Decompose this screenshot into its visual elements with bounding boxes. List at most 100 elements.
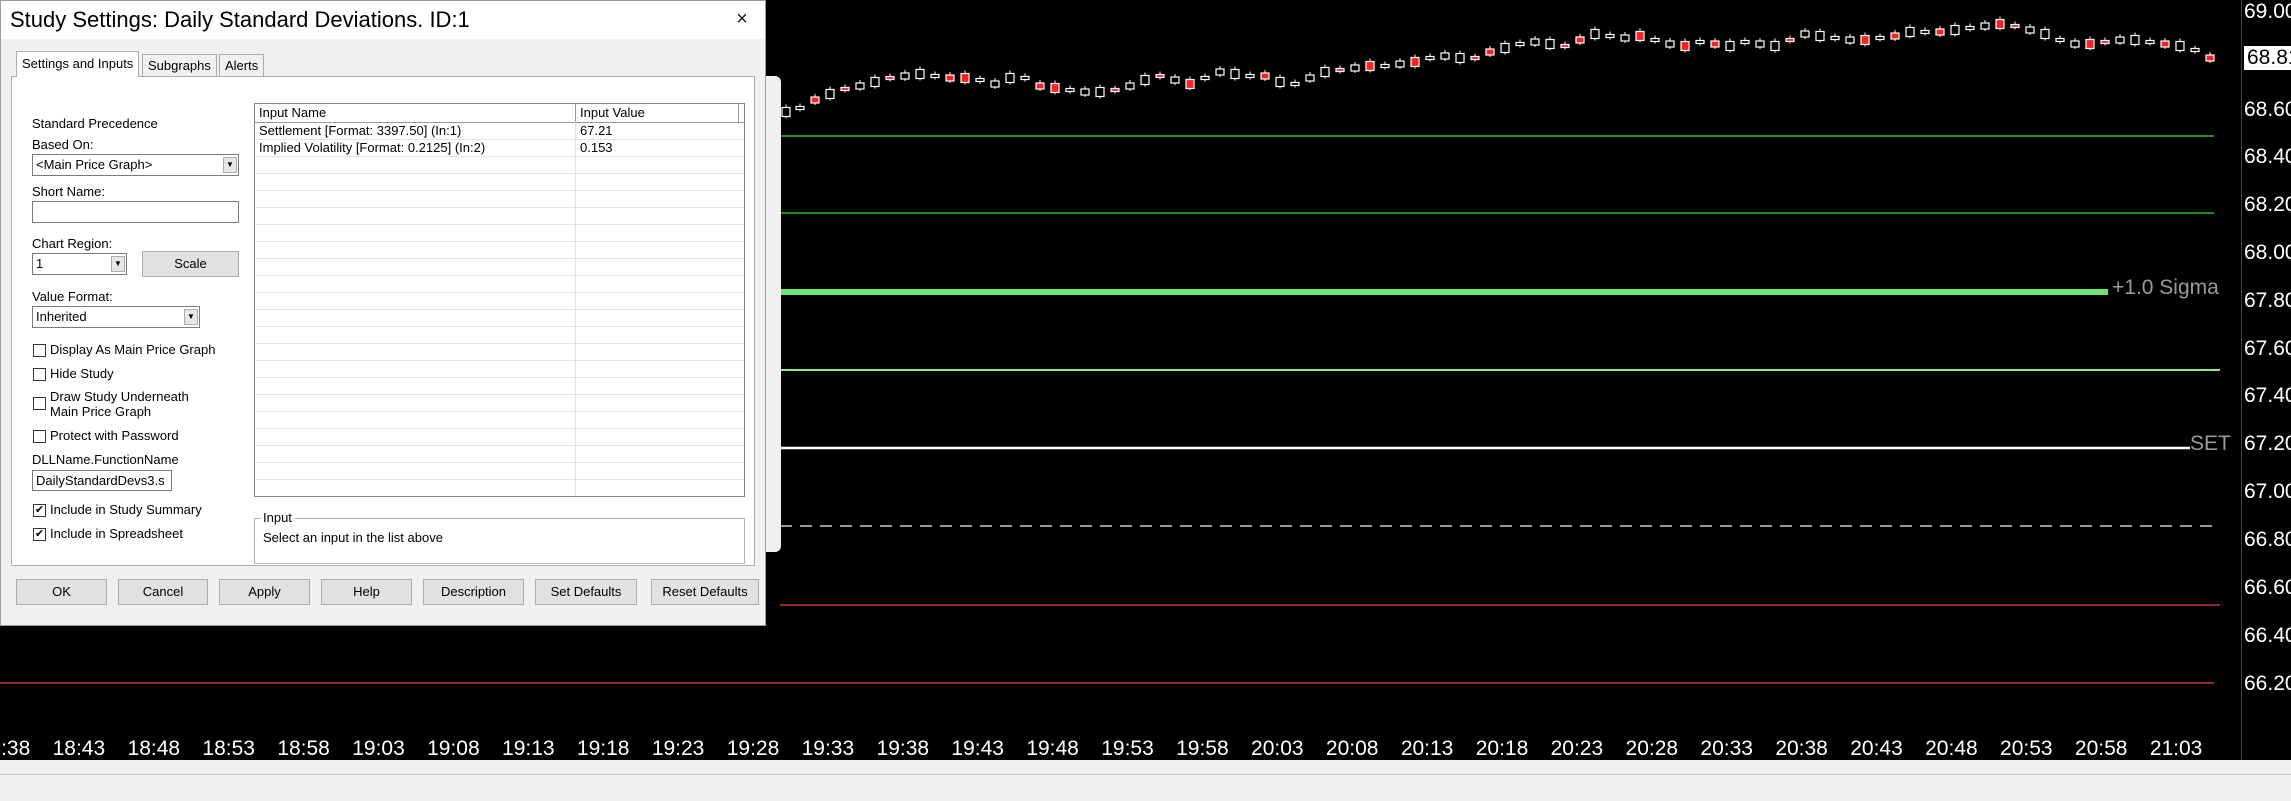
price-tick-label: 66.60 xyxy=(2244,576,2291,599)
draw-study-underneath-label-2: Main Price Graph xyxy=(50,404,152,419)
price-bar xyxy=(1110,87,1120,93)
dll-name-field[interactable]: DailyStandardDevs3.s xyxy=(32,470,172,491)
price-bar xyxy=(1695,39,1705,45)
tab-settings-and-inputs[interactable]: Settings and Inputs xyxy=(16,51,140,77)
based-on-label: Based On: xyxy=(32,137,94,152)
price-bar xyxy=(1845,36,1855,44)
price-tick-label: 66.20 xyxy=(2244,672,2291,695)
column-header-input-value[interactable]: Input Value xyxy=(576,104,739,122)
include-in-study-summary-checkbox[interactable]: ✔ xyxy=(33,504,46,517)
protect-with-password-checkbox[interactable] xyxy=(33,430,46,443)
value-format-select[interactable]: Inherited ▼ xyxy=(32,306,200,328)
study-settings-dialog: Study Settings: Daily Standard Deviation… xyxy=(0,0,766,626)
price-bar xyxy=(1230,68,1240,80)
inputs-grid[interactable]: Input Name Input Value Settlement [Forma… xyxy=(254,103,745,497)
close-button[interactable]: × xyxy=(729,6,755,32)
empty-grid-row xyxy=(255,225,744,242)
empty-grid-row xyxy=(255,242,744,259)
time-tick-label: 19:48 xyxy=(1026,737,1079,760)
empty-grid-row xyxy=(255,157,744,174)
price-bar xyxy=(1515,41,1525,47)
empty-grid-row xyxy=(255,310,744,327)
dll-name-label: DLLName.FunctionName xyxy=(32,452,179,467)
price-bar xyxy=(915,68,925,80)
price-bar xyxy=(1335,67,1345,73)
input-value-cell: 0.153 xyxy=(580,140,613,155)
price-bar xyxy=(1050,82,1060,94)
chevron-down-icon[interactable]: ▼ xyxy=(111,256,125,272)
time-tick-label: 19:18 xyxy=(576,737,630,760)
price-bar xyxy=(2040,28,2050,40)
empty-grid-row xyxy=(255,208,744,225)
price-bar xyxy=(2205,54,2215,62)
description-button[interactable]: Description xyxy=(423,579,524,605)
time-tick-label: 20:08 xyxy=(1325,737,1379,760)
time-tick-label: 20:58 xyxy=(2074,737,2128,760)
hide-study-checkbox[interactable] xyxy=(33,368,46,381)
price-bar xyxy=(945,74,955,82)
reset-defaults-button[interactable]: Reset Defaults xyxy=(651,579,759,605)
price-bar xyxy=(1290,81,1300,87)
chevron-down-icon[interactable]: ▼ xyxy=(223,157,237,173)
price-bar xyxy=(1590,28,1600,40)
price-bar xyxy=(1410,56,1420,68)
price-bar xyxy=(1905,26,1915,38)
time-tick-label: 19:38 xyxy=(876,737,930,760)
price-bar xyxy=(1365,60,1375,72)
price-bar xyxy=(1185,78,1195,90)
display-as-main-price-graph-label: Display As Main Price Graph xyxy=(50,342,216,357)
time-tick-label: 18:53 xyxy=(202,737,255,760)
price-bar xyxy=(1755,40,1765,48)
price-bar xyxy=(1965,25,1975,31)
price-bar xyxy=(2100,39,2110,45)
standard-precedence-label: Standard Precedence xyxy=(32,116,158,131)
chevron-down-icon[interactable]: ▼ xyxy=(184,309,198,325)
price-bar xyxy=(1095,86,1105,98)
input-value-cell: 67.21 xyxy=(580,123,613,138)
display-as-main-price-graph-checkbox[interactable] xyxy=(33,344,46,357)
hide-study-label: Hide Study xyxy=(50,366,114,381)
price-tick-label: 67.80 xyxy=(2244,289,2291,312)
price-bar xyxy=(1815,30,1825,42)
draw-study-underneath-label: Draw Study Underneath xyxy=(50,389,189,404)
ok-button[interactable]: OK xyxy=(16,579,107,605)
input-name-cell: Settlement [Format: 3397.50] (In:1) xyxy=(259,123,462,138)
chart-region-value: 1 xyxy=(36,256,44,271)
price-bar xyxy=(975,77,985,83)
settlement-label: SET xyxy=(2190,432,2231,455)
empty-grid-row xyxy=(255,259,744,276)
price-bar xyxy=(1215,68,1225,76)
price-bar xyxy=(810,96,820,104)
tab-subgraphs[interactable]: Subgraphs xyxy=(142,54,217,76)
short-name-input[interactable] xyxy=(32,201,239,223)
price-bar xyxy=(1545,38,1555,50)
price-bar xyxy=(2145,39,2155,45)
time-tick-label: 19:13 xyxy=(502,737,555,760)
tab-alerts[interactable]: Alerts xyxy=(219,54,265,76)
price-tick-label: 66.80 xyxy=(2244,528,2291,551)
empty-grid-row xyxy=(255,480,744,496)
time-tick-label: 20:03 xyxy=(1251,737,1304,760)
dialog-title-bar[interactable]: Study Settings: Daily Standard Deviation… xyxy=(1,1,765,39)
draw-study-underneath-checkbox[interactable] xyxy=(33,397,46,410)
price-bar xyxy=(1650,37,1660,43)
table-row[interactable]: Settlement [Format: 3397.50] (In:1) 67.2… xyxy=(255,123,744,140)
include-in-spreadsheet-checkbox[interactable]: ✔ xyxy=(33,528,46,541)
scale-button[interactable]: Scale xyxy=(142,251,239,277)
price-bar xyxy=(1620,34,1630,42)
price-bar xyxy=(795,105,805,111)
price-bar xyxy=(1275,76,1285,88)
based-on-select[interactable]: <Main Price Graph> ▼ xyxy=(32,154,239,176)
time-tick-label: 20:33 xyxy=(1700,737,1753,760)
price-bars xyxy=(781,16,2215,119)
column-header-input-name[interactable]: Input Name xyxy=(255,104,576,122)
cancel-button[interactable]: Cancel xyxy=(118,579,208,605)
set-defaults-button[interactable]: Set Defaults xyxy=(535,579,637,605)
price-bar xyxy=(1950,24,1960,36)
chart-region-select[interactable]: 1 ▼ xyxy=(32,253,127,275)
time-tick-label: 18:43 xyxy=(52,737,106,760)
table-row[interactable]: Implied Volatility [Format: 0.2125] (In:… xyxy=(255,140,744,157)
help-button[interactable]: Help xyxy=(321,579,412,605)
empty-grid-row xyxy=(255,191,744,208)
apply-button[interactable]: Apply xyxy=(219,579,310,605)
